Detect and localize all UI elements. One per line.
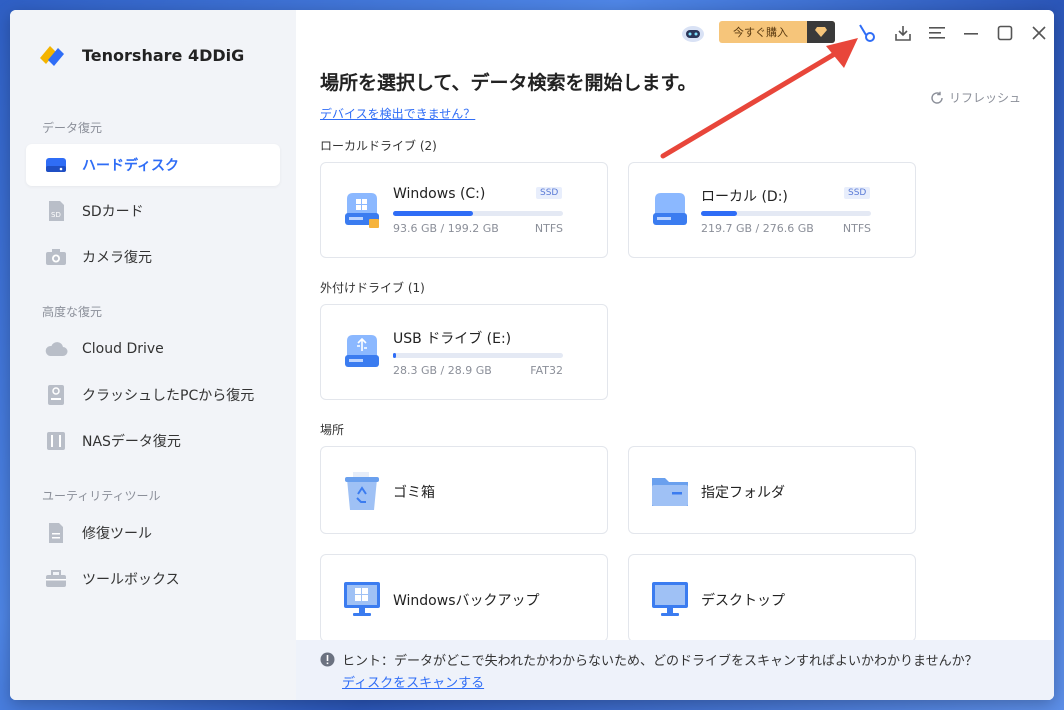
sidebar: Tenorshare 4DDiG データ復元 ハードディスク SD SDカード … [10,10,296,700]
toolbox-icon [44,567,68,591]
app-logo-icon [40,46,64,66]
hard-drive-windows-icon [345,193,379,228]
drive-usage-bar [701,211,871,216]
sidebar-item-hard-disk[interactable]: ハードディスク [26,144,280,186]
recycle-bin-icon [345,472,379,510]
refresh-icon [931,91,943,104]
section-title-advanced-recovery: 高度な復元 [42,305,103,319]
external-drives-title: 外付けドライブ (1) [320,281,425,295]
maximize-icon[interactable] [994,22,1016,44]
drive-filesystem: NTFS [842,222,871,235]
hard-disk-icon [44,153,68,177]
page-title: 場所を選択して、データ検索を開始します。 [320,72,697,94]
crashed-pc-icon [44,383,68,407]
cloud-icon [44,337,68,361]
section-title-utility-tools: ユーティリティツール [42,489,161,503]
windows-backup-icon [344,582,380,616]
sidebar-item-crashed-pc[interactable]: クラッシュしたPCから復元 [26,374,280,416]
place-card-specified-folder[interactable]: 指定フォルダ [628,446,916,534]
sd-card-icon: SD [44,199,68,223]
folder-icon [652,478,688,506]
sidebar-item-label: Cloud Drive [82,341,164,357]
section-title-data-recovery: データ復元 [42,121,103,135]
drive-filesystem: NTFS [534,222,563,235]
place-label: ゴミ箱 [393,485,435,501]
sidebar-item-label: ツールボックス [82,572,180,588]
cannot-detect-device-link[interactable]: デバイスを検出できません？ [320,105,475,122]
scan-tool-icon[interactable] [856,22,878,44]
app-name: Tenorshare 4DDiG [82,45,245,65]
drive-usage-fill [393,211,473,216]
app-window: Tenorshare 4DDiG データ復元 ハードディスク SD SDカード … [10,10,1054,700]
close-icon[interactable] [1028,22,1050,44]
menu-icon[interactable] [926,22,948,44]
place-card-desktop[interactable]: デスクトップ [628,554,916,642]
hint-bar: ヒント：データがどこで失われたかわからないため、どのドライブをスキャンすればよい… [296,640,1054,700]
sidebar-item-sd-card[interactable]: SD SDカード [26,190,280,232]
sidebar-item-label: カメラ復元 [82,250,152,266]
diamond-icon [807,21,835,43]
download-icon[interactable] [892,22,914,44]
scan-disk-link[interactable]: ディスクをスキャンする [342,672,484,691]
svg-text:SD: SD [51,211,61,219]
drive-filesystem: FAT32 [530,364,563,377]
drive-card-d[interactable]: ローカル (D:) SSD 219.7 GB / 276.6 GB NTFS [628,162,916,258]
refresh-label: リフレッシュ [949,91,1022,105]
sidebar-item-label: SDカード [82,204,144,220]
drive-usage-fill [701,211,737,216]
drive-size: 93.6 GB / 199.2 GB [393,222,499,235]
drive-size: 28.3 GB / 28.9 GB [393,364,492,377]
drive-name: USB ドライブ (E:) [393,331,512,347]
drive-usage-bar [393,211,563,216]
buy-now-button[interactable]: 今すぐ購入 [719,21,835,43]
drive-usage-fill [393,353,397,358]
ssd-badge: SSD [536,187,563,199]
place-label: デスクトップ [701,593,785,609]
desktop-icon [652,582,688,616]
place-card-recycle-bin[interactable]: ゴミ箱 [320,446,608,534]
drive-usage-bar [393,353,563,358]
refresh-button[interactable]: リフレッシュ [930,89,1021,106]
hard-drive-icon [653,193,687,225]
place-card-windows-backup[interactable]: Windowsバックアップ [320,554,608,642]
sidebar-item-camera[interactable]: カメラ復元 [26,236,280,278]
nas-icon [44,429,68,453]
main-panel: 今すぐ購入 場所を選択して、データ検索を開始します。 デバイスを検出できません？… [296,10,1054,700]
places-title: 場所 [320,423,345,437]
assistant-bot-icon[interactable] [680,21,706,45]
drive-card-c[interactable]: Windows (C:) SSD 93.6 GB / 199.2 GB NTFS [320,162,608,258]
local-drives-title: ローカルドライブ (2) [320,139,437,153]
drive-card-usb[interactable]: USB ドライブ (E:) 28.3 GB / 28.9 GB FAT32 [320,304,608,400]
camera-icon [44,245,68,269]
minimize-icon[interactable] [960,22,982,44]
sidebar-item-cloud-drive[interactable]: Cloud Drive [26,328,280,370]
place-label: 指定フォルダ [701,485,785,501]
place-label: Windowsバックアップ [393,593,540,609]
sidebar-item-label: NASデータ復元 [82,434,181,450]
sidebar-item-nas[interactable]: NASデータ復元 [26,420,280,462]
info-icon [320,652,335,667]
buy-now-label: 今すぐ購入 [733,26,788,39]
drive-size: 219.7 GB / 276.6 GB [701,222,814,235]
sidebar-item-label: クラッシュしたPCから復元 [82,388,255,404]
repair-icon [44,521,68,545]
brand: Tenorshare 4DDiG [36,40,244,70]
sidebar-item-label: 修復ツール [82,526,152,542]
hint-text: ヒント：データがどこで失われたかわからないため、どのドライブをスキャンすればよい… [342,654,978,669]
drive-name: Windows (C:) [393,186,486,202]
drive-name: ローカル (D:) [701,189,788,205]
usb-drive-icon [345,335,379,367]
sidebar-item-label: ハードディスク [82,158,180,174]
sidebar-item-toolbox[interactable]: ツールボックス [26,558,280,600]
ssd-badge: SSD [844,187,871,199]
sidebar-item-repair[interactable]: 修復ツール [26,512,280,554]
